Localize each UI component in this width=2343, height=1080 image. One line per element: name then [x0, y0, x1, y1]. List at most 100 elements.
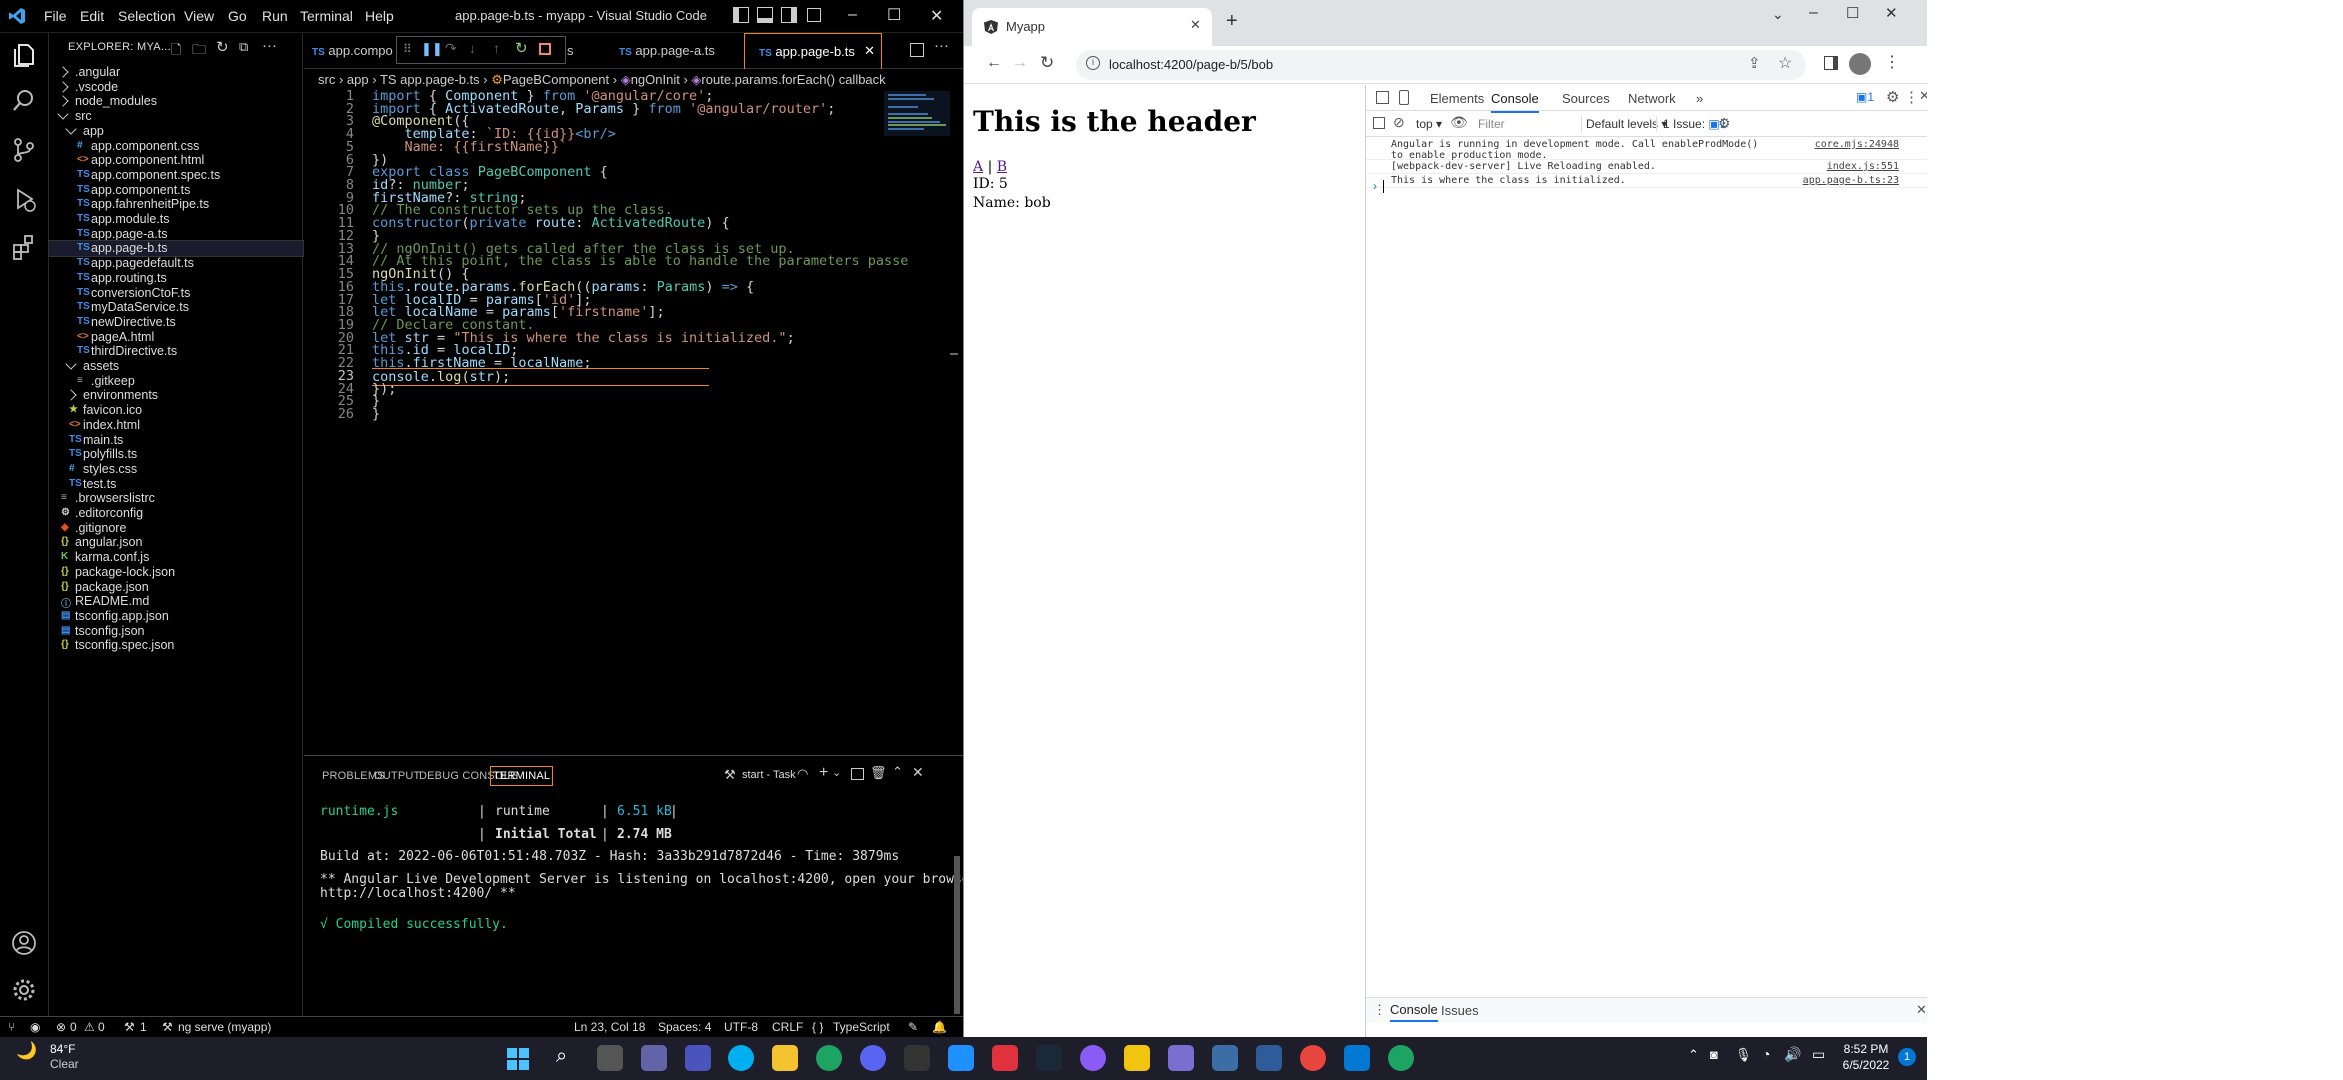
clock-date[interactable]: 6/5/2022 — [1838, 1058, 1894, 1072]
site-info-icon[interactable]: i — [1086, 56, 1100, 70]
tab-search-icon[interactable]: ⌄ — [1772, 6, 1784, 23]
tree-file[interactable]: <> pageA.html — [49, 330, 303, 345]
step-over-icon[interactable]: ↷ — [445, 40, 457, 57]
tree-file[interactable]: TS app.pagedefault.ts — [49, 256, 303, 271]
more-actions-icon[interactable]: ··· — [262, 37, 277, 54]
menu-go[interactable]: Go — [228, 8, 247, 24]
tree-file[interactable]: <> app.component.html — [49, 153, 303, 168]
tree-file[interactable]: <> index.html — [49, 418, 303, 433]
drawer-tab-console[interactable]: Console — [1390, 1002, 1438, 1022]
menu-view[interactable]: View — [184, 8, 214, 24]
new-folder-icon[interactable]: 🗀 — [192, 39, 206, 63]
devtools-menu-icon[interactable]: ⋮ — [1904, 88, 1919, 106]
tree-file[interactable]: {} package-lock.json — [49, 565, 303, 580]
chrome-icon[interactable] — [816, 1045, 842, 1071]
language-mode[interactable]: TypeScript — [833, 1020, 890, 1034]
tree-file[interactable]: TS polyfills.ts — [49, 447, 303, 462]
breadcrumb-class[interactable]: PageBComponent — [503, 72, 609, 87]
errors-icon[interactable]: ⊗ — [56, 1020, 66, 1034]
explorer-icon[interactable] — [10, 41, 38, 69]
tree-folder[interactable]: .angular — [49, 65, 303, 80]
tab-close-icon[interactable]: ✕ — [864, 43, 875, 59]
console-prompt[interactable]: › — [1366, 177, 1929, 197]
app-icon-blue[interactable] — [1212, 1045, 1238, 1071]
tree-file[interactable]: {} tsconfig.spec.json — [49, 638, 303, 653]
search-icon[interactable] — [10, 87, 38, 115]
breadcrumb-method[interactable]: ngOnInit — [631, 72, 680, 87]
live-expression-icon[interactable]: 👁 — [1450, 114, 1468, 131]
battery-icon[interactable]: ▭ — [1812, 1046, 1825, 1063]
drag-handle-icon[interactable]: ⠿ — [403, 42, 412, 56]
console-settings-icon[interactable]: ⚙ — [1718, 115, 1731, 132]
tree-file[interactable]: TS test.ts — [49, 477, 303, 492]
breadcrumb-file[interactable]: TS app.page-b.ts — [380, 72, 480, 87]
run-debug-icon[interactable] — [10, 185, 38, 213]
task-view-icon[interactable] — [597, 1045, 623, 1071]
warnings-icon[interactable]: ⚠ — [84, 1020, 95, 1034]
search-icon[interactable]: ⌕ — [556, 1045, 567, 1068]
tab-app-page-a[interactable]: TS app.page-a.ts — [619, 33, 739, 69]
collapse-all-icon[interactable]: ⧉ — [239, 39, 248, 55]
devtools-tab-console[interactable]: Console — [1491, 91, 1539, 113]
clock-time[interactable]: 8:52 PM — [1838, 1042, 1894, 1056]
tree-file[interactable]: # app.component.css — [49, 139, 303, 154]
drawer-menu-icon[interactable]: ⋮ — [1373, 1002, 1386, 1018]
customize-layout-icon[interactable] — [807, 8, 821, 22]
split-editor-icon[interactable] — [910, 43, 924, 57]
tree-file[interactable]: ⓘ README.md — [49, 594, 303, 610]
app-icon-orb[interactable] — [1080, 1045, 1106, 1071]
devtools-settings-icon[interactable]: ⚙ — [1886, 88, 1899, 106]
tree-file[interactable]: TS thirdDirective.ts — [49, 344, 303, 359]
task-selector[interactable]: start - Task — [742, 769, 796, 781]
inspect-element-icon[interactable] — [1376, 91, 1389, 104]
skype-icon[interactable] — [728, 1045, 754, 1071]
maximize-icon[interactable]: ☐ — [887, 5, 901, 25]
remote-icon[interactable]: ⑂ — [8, 1020, 15, 1034]
chrome-menu-icon[interactable]: ⋮ — [1884, 52, 1900, 72]
drawer-close-icon[interactable]: ✕ — [1916, 1002, 1927, 1018]
app-icon-diamond[interactable] — [1124, 1045, 1150, 1071]
microphone-icon[interactable]: 🎙 — [1735, 1047, 1752, 1063]
console-source-link[interactable]: core.mjs:24948 — [1815, 139, 1899, 150]
devtools-tab-sources[interactable]: Sources — [1562, 91, 1610, 106]
tree-folder[interactable]: assets — [49, 358, 303, 374]
encoding[interactable]: UTF-8 — [724, 1020, 758, 1034]
source-control-icon[interactable] — [10, 136, 38, 164]
code-line[interactable]: Name: {{firstName}}` — [372, 139, 568, 155]
new-file-icon[interactable]: 🗋 — [171, 41, 181, 63]
tree-file[interactable]: TS app.page-b.ts — [48, 240, 304, 258]
breadcrumb-src[interactable]: src — [318, 72, 335, 87]
editor-more-icon[interactable]: ··· — [934, 37, 949, 54]
tree-file[interactable]: TS conversionCtoF.ts — [49, 286, 303, 301]
more-tabs-icon[interactable]: » — [1696, 91, 1703, 106]
media-app-icon[interactable] — [992, 1045, 1018, 1071]
tree-folder[interactable]: environments — [49, 388, 303, 403]
chrome-canary-icon[interactable] — [1300, 1045, 1326, 1071]
step-out-icon[interactable]: ↑ — [493, 40, 500, 56]
tab-app-component[interactable]: TS app.compo — [312, 33, 402, 69]
tree-file[interactable]: TS app.fahrenheitPipe.ts — [49, 197, 303, 212]
address-bar[interactable]: i localhost:4200/page-b/5/bob ⇪ ☆ — [1076, 50, 1806, 80]
tree-folder[interactable]: app — [49, 123, 303, 139]
profile-avatar[interactable] — [1849, 53, 1871, 75]
vscode-taskbar-icon[interactable] — [1344, 1045, 1370, 1071]
terminal-output[interactable]: runtime.js | runtime | 6.51 kB | | Initi… — [320, 804, 963, 1037]
menu-selection[interactable]: Selection — [118, 8, 176, 24]
visual-studio-icon[interactable] — [1256, 1045, 1282, 1071]
tree-file[interactable]: # styles.css — [49, 462, 303, 477]
new-terminal-icon[interactable]: + — [819, 764, 828, 782]
toggle-secondary-sidebar-icon[interactable] — [781, 7, 797, 23]
close-icon[interactable]: ✕ — [1885, 4, 1898, 22]
share-icon[interactable]: ⇪ — [1748, 54, 1761, 72]
warning-count[interactable]: 0 — [98, 1020, 105, 1034]
tree-file[interactable]: ⚙ .editorconfig — [49, 506, 303, 521]
devtools-tab-elements[interactable]: Elements — [1430, 91, 1484, 106]
tree-file[interactable]: TS myDataService.ts — [49, 300, 303, 315]
maximize-icon[interactable]: ☐ — [1846, 4, 1859, 22]
ports-count[interactable]: 1 — [140, 1020, 147, 1034]
terminal-scrollbar[interactable] — [954, 856, 960, 1014]
breadcrumb-app[interactable]: app — [347, 72, 369, 87]
code-line[interactable]: } — [372, 406, 380, 422]
chrome-active-icon[interactable] — [1388, 1045, 1414, 1071]
menu-run[interactable]: Run — [262, 8, 288, 24]
